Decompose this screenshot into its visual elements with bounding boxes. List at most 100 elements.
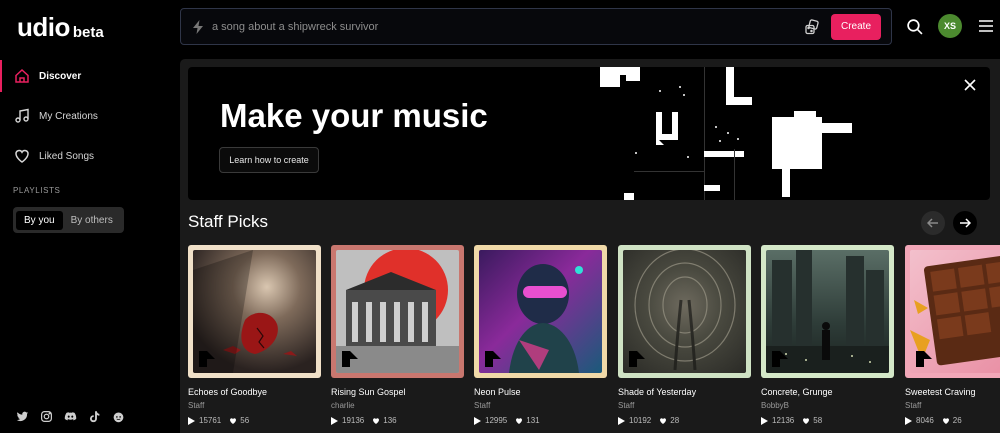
udio-corner-mark-icon [629,351,645,367]
like-count: 56 [240,416,250,425]
heart-icon [516,417,523,424]
dice-icon[interactable] [804,18,820,35]
search-icon[interactable] [906,18,923,35]
carousel-prev-button[interactable] [921,211,945,235]
play-icon [761,416,768,425]
cover-art [766,250,889,373]
reddit-icon[interactable] [111,409,125,423]
carousel-next-button[interactable] [953,211,977,235]
song-title[interactable]: Rising Sun Gospel [331,387,464,397]
udio-corner-mark-icon [772,351,788,367]
arrow-left-icon [927,218,938,228]
play-count: 19136 [342,416,365,425]
staff-picks-heading: Staff Picks [188,212,268,231]
song-title[interactable]: Neon Pulse [474,387,607,397]
song-stats: 12995 131 [474,416,607,425]
song-card[interactable]: Rising Sun Gospel charlie 19136 136 [331,245,464,425]
playlists-by-others-tab[interactable]: By others [63,211,121,230]
nav-discover[interactable]: Discover [0,60,180,92]
cover-art [479,250,602,373]
like-count: 58 [813,416,823,425]
like-count: 26 [952,416,962,425]
cover-art [336,250,459,373]
like-count: 136 [383,416,397,425]
close-icon[interactable] [964,79,976,91]
song-card[interactable]: Echoes of Goodbye Staff 15761 56 [188,245,321,425]
hero-title: Make your music [220,97,488,134]
song-cover[interactable] [618,245,751,378]
song-cover[interactable] [905,245,1000,378]
logo-text: udio [17,12,70,42]
create-button[interactable]: Create [831,13,881,40]
song-card[interactable]: Shade of Yesterday Staff 10192 28 [618,245,751,425]
hamburger-menu-icon[interactable] [979,20,993,32]
song-card[interactable]: Concrete, Grunge BobbyB 12136 58 [761,245,894,425]
hero-banner: Make your music Learn how to create [188,67,990,200]
logo-beta-tag: beta [72,24,104,41]
cover-art [623,250,746,373]
play-icon [474,416,481,425]
heart-icon [13,147,31,165]
hero-pixel-art [600,67,852,200]
heart-icon [373,417,380,424]
play-count: 10192 [629,416,652,425]
song-stats: 19136 136 [331,416,464,425]
play-icon [331,416,338,425]
playlists-heading: PLAYLISTS [13,186,61,195]
playlists-by-you-tab[interactable]: By you [16,210,63,230]
home-icon [13,67,31,85]
main-panel: Make your music Learn how to create Staf… [180,59,1000,433]
song-title[interactable]: Shade of Yesterday [618,387,751,397]
song-artist[interactable]: charlie [331,401,464,410]
song-cover[interactable] [474,245,607,378]
song-card[interactable]: Sweetest Craving Staff 8046 26 [905,245,1000,425]
cover-art [910,250,1000,373]
song-artist[interactable]: BobbyB [761,401,894,410]
prompt-input[interactable] [212,20,804,33]
like-count: 131 [526,416,540,425]
play-icon [905,416,912,425]
song-title[interactable]: Echoes of Goodbye [188,387,321,397]
heart-icon [803,417,810,424]
learn-how-to-create-button[interactable]: Learn how to create [219,147,319,173]
play-count: 12136 [772,416,795,425]
play-icon [188,416,195,425]
play-icon [618,416,625,425]
arrow-right-icon [960,218,971,228]
like-count: 28 [670,416,680,425]
udio-corner-mark-icon [916,351,932,367]
udio-corner-mark-icon [199,351,215,367]
play-count: 12995 [485,416,508,425]
staff-picks-carousel: Echoes of Goodbye Staff 15761 56 Rising … [188,245,1000,433]
cover-art [193,250,316,373]
song-title[interactable]: Concrete, Grunge [761,387,894,397]
nav-my-creations-label: My Creations [39,110,98,122]
tiktok-icon[interactable] [87,409,101,423]
playlists-toggle: By you By others [13,207,124,233]
song-stats: 15761 56 [188,416,321,425]
play-count: 15761 [199,416,222,425]
song-artist[interactable]: Staff [618,401,751,410]
song-cover[interactable] [761,245,894,378]
music-note-icon [13,107,31,125]
twitter-icon[interactable] [15,409,29,423]
song-artist[interactable]: Staff [188,401,321,410]
lightning-icon [193,19,203,34]
heart-icon [230,417,237,424]
nav-discover-label: Discover [39,70,82,82]
nav-my-creations[interactable]: My Creations [0,100,180,132]
social-links [15,409,125,423]
song-cover[interactable] [188,245,321,378]
song-title[interactable]: Sweetest Craving [905,387,1000,397]
song-artist[interactable]: Staff [474,401,607,410]
song-artist[interactable]: Staff [905,401,1000,410]
instagram-icon[interactable] [39,409,53,423]
play-count: 8046 [916,416,934,425]
song-cover[interactable] [331,245,464,378]
discord-icon[interactable] [63,409,77,423]
udio-logo[interactable]: udio beta [17,12,104,43]
song-card[interactable]: Neon Pulse Staff 12995 131 [474,245,607,425]
udio-corner-mark-icon [485,351,501,367]
nav-liked-songs[interactable]: Liked Songs [0,140,180,172]
user-avatar[interactable]: XS [938,14,962,38]
